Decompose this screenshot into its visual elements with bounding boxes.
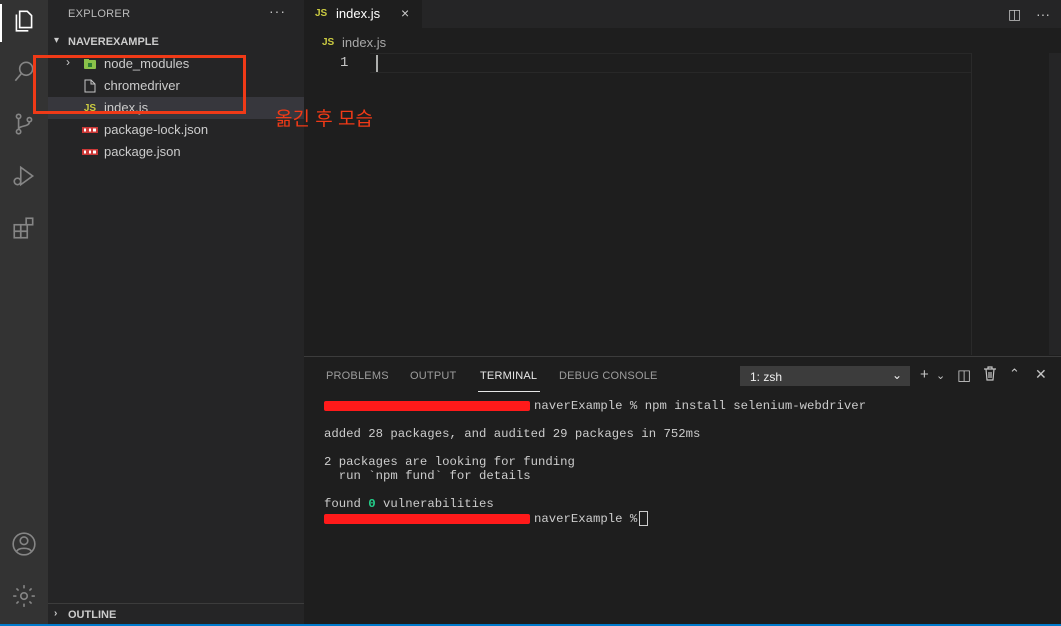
js-icon: JS [322,37,335,48]
split-terminal-icon[interactable]: ◫ [957,366,971,384]
tree-item-package-lock[interactable]: package-lock.json [48,119,304,141]
trash-icon[interactable] [983,366,997,385]
files-icon[interactable] [10,7,38,35]
minimap-divider [971,53,972,355]
terminal-line: run `npm fund` for details [324,469,531,483]
terminal-line: 2 packages are looking for funding [324,455,575,469]
terminal-select-value: 1: zsh [750,370,783,384]
more-actions-icon[interactable]: ··· [269,3,286,19]
current-line-highlight [370,53,971,73]
maximize-panel-icon[interactable]: ⌃ [1009,366,1020,382]
terminal-line: naverExample % npm install selenium-webd… [534,399,867,413]
tab-debug-console[interactable]: DEBUG CONSOLE [559,370,658,382]
tab-label: index.js [336,6,381,21]
sidebar-title: EXPLORER [68,8,131,20]
run-debug-icon[interactable] [10,162,38,190]
chevron-down-icon[interactable]: ⌄ [936,369,945,382]
line-number: 1 [340,55,349,71]
tree-item-package-json[interactable]: package.json [48,141,304,163]
chevron-down-icon: ▾ [54,35,60,46]
terminal-line: added 28 packages, and audited 29 packag… [324,427,701,441]
text-cursor [376,55,378,72]
terminal-select[interactable]: 1: zsh ⌄ [740,366,910,386]
redacted-username [324,400,530,411]
active-tab-underline [478,391,540,392]
tree-item-label: package-lock.json [104,122,209,137]
terminal-output[interactable]: naverExample % npm install selenium-webd… [324,399,1044,526]
editor-scrollbar[interactable] [1049,53,1061,355]
terminal-line: naverExample % [534,511,638,526]
account-icon[interactable] [10,530,38,558]
outline-label: OUTLINE [68,609,117,621]
js-icon: JS [315,8,328,19]
tab-terminal[interactable]: TERMINAL [480,370,537,382]
chevron-right-icon: › [54,608,58,619]
terminal-cursor [639,511,649,526]
settings-gear-icon[interactable] [10,582,38,610]
editor-tab-bar: JS index.js × ◫ ··· [304,0,1061,28]
terminal-line: vulnerabilities [375,497,494,511]
npm-icon [82,144,98,160]
split-editor-icon[interactable]: ◫ [1008,6,1021,23]
annotation-text: 옮긴 후 모습 [275,109,373,130]
close-icon[interactable]: × [401,5,409,21]
active-indicator [0,4,2,42]
redacted-username [324,513,530,524]
extensions-icon[interactable] [10,214,38,242]
more-actions-icon[interactable]: ··· [1036,6,1050,22]
terminal-line: found [324,497,369,511]
tab-output[interactable]: OUTPUT [410,370,456,382]
tab-problems[interactable]: PROBLEMS [326,370,389,382]
source-control-icon[interactable] [10,110,38,138]
tab-index-js[interactable]: JS index.js × [304,0,422,28]
folder-name: NAVEREXAMPLE [68,36,159,48]
bottom-panel: PROBLEMS OUTPUT TERMINAL DEBUG CONSOLE 1… [304,356,1061,625]
outline-section-header[interactable]: › OUTLINE [48,603,304,626]
folder-header[interactable]: ▾ NAVEREXAMPLE [48,33,304,53]
new-terminal-icon[interactable]: + [920,366,929,383]
breadcrumb-label: index.js [342,35,387,50]
tree-item-label: package.json [104,144,181,159]
npm-icon [82,122,98,138]
chevron-down-icon: ⌄ [891,368,902,382]
annotation-highlight-box [33,55,246,114]
close-panel-icon[interactable]: ✕ [1035,366,1047,383]
vulnerability-count: 0 [368,497,376,511]
